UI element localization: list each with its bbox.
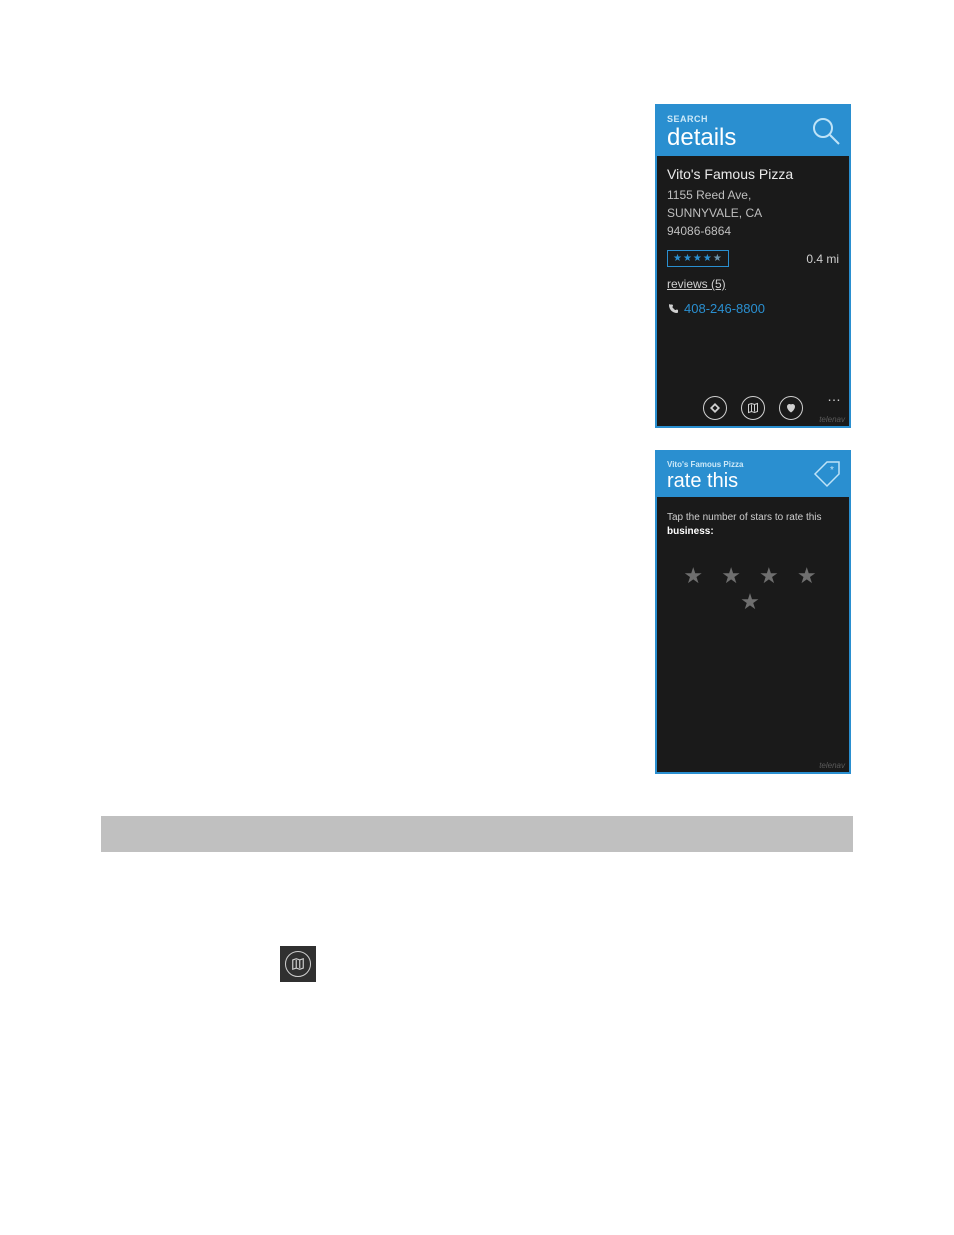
phone-inner: Vito's Famous Pizza rate this * Tap the … xyxy=(657,452,849,772)
svg-text:*: * xyxy=(830,465,834,476)
phone-mock-rate: Vito's Famous Pizza rate this * Tap the … xyxy=(655,450,851,774)
brand-watermark: telenav xyxy=(819,761,845,770)
addr-line: SUNNYVALE, CA xyxy=(667,204,839,222)
favorite-button[interactable] xyxy=(779,396,803,420)
stars-filled: ★★★★ xyxy=(673,253,713,264)
rate-body: Tap the number of stars to rate this bus… xyxy=(657,497,849,615)
rating-row: ★★★★★ 0.4 mi xyxy=(667,250,839,267)
rating-box[interactable]: ★★★★★ xyxy=(667,250,729,267)
business-address: 1155 Reed Ave, SUNNYVALE, CA 94086-6864 xyxy=(667,186,839,240)
phone-inner: SEARCH details Vito's Famous Pizza 1155 … xyxy=(657,106,849,426)
reviews-link[interactable]: reviews (5) xyxy=(667,277,726,291)
drive-button[interactable] xyxy=(703,396,727,420)
brand-watermark: telenav xyxy=(819,415,845,424)
addr-line: 1155 Reed Ave, xyxy=(667,186,839,204)
business-name: Vito's Famous Pizza xyxy=(667,166,839,182)
phone-number-row[interactable]: 408-246-8800 xyxy=(667,301,839,316)
map-icon-chip xyxy=(280,946,316,982)
phone-header: SEARCH details xyxy=(657,106,849,156)
prompt-line: Tap the number of stars to rate this xyxy=(667,512,822,523)
phone-icon xyxy=(667,303,679,315)
stars-dim: ★ xyxy=(713,253,723,264)
rating-stars-input[interactable]: ★ ★ ★ ★ ★ xyxy=(667,563,839,615)
distance-label: 0.4 mi xyxy=(806,252,839,266)
tag-star-icon: * xyxy=(813,460,843,490)
phone-mock-details: SEARCH details Vito's Famous Pizza 1155 … xyxy=(655,104,851,428)
document-page: SEARCH details Vito's Famous Pizza 1155 … xyxy=(0,0,954,1235)
map-button[interactable] xyxy=(741,396,765,420)
rate-prompt: Tap the number of stars to rate this bus… xyxy=(667,511,839,539)
star-glyphs: ★ ★ ★ ★ ★ xyxy=(683,563,822,614)
map-icon xyxy=(285,951,311,977)
phone-number: 408-246-8800 xyxy=(684,301,765,316)
prompt-bold: business: xyxy=(667,526,714,537)
phone-header: Vito's Famous Pizza rate this * xyxy=(657,452,849,497)
addr-line: 94086-6864 xyxy=(667,222,839,240)
search-icon[interactable] xyxy=(809,114,843,148)
section-divider-bar xyxy=(101,816,853,852)
details-body: Vito's Famous Pizza 1155 Reed Ave, SUNNY… xyxy=(657,156,849,316)
